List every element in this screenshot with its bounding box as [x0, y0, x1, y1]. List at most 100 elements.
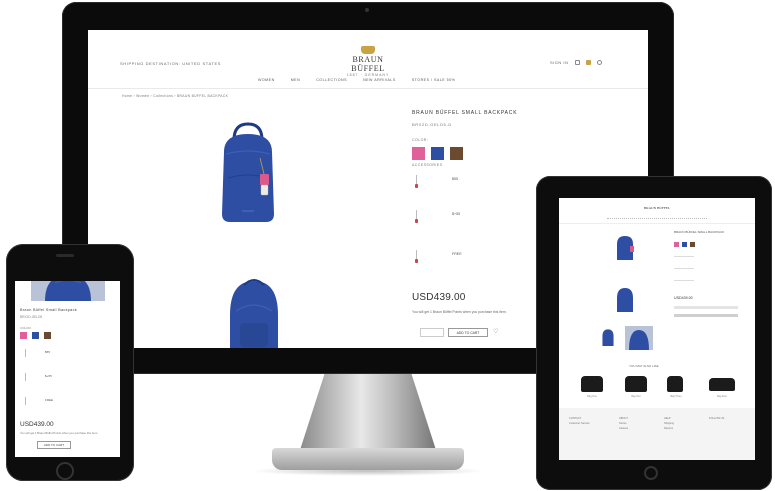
main-nav[interactable]: [607, 218, 707, 221]
quantity-stepper[interactable]: [674, 306, 738, 309]
accessory-option[interactable]: $55: [414, 175, 474, 191]
accessory-price: $+55: [45, 374, 52, 378]
phone-screen: Braun Büffel Small Backpack BRX2D-GELD5 …: [15, 281, 120, 457]
main-nav: WOMEN MEN COLLECTIONS NEW ARRIVALS STORE…: [258, 78, 455, 82]
nav-item-women[interactable]: WOMEN: [258, 78, 275, 82]
charm-icon: [415, 250, 421, 263]
recommended-bag-label: Bag One: [587, 395, 597, 398]
charm-icon: [25, 397, 29, 405]
brand-logo[interactable]: BRAUN BÜFFEL: [642, 206, 672, 210]
search-icon[interactable]: [597, 60, 602, 65]
recommended-bag[interactable]: [667, 376, 683, 392]
footer-column[interactable]: CONTACT Customer Service: [569, 416, 590, 426]
imac-stand-neck: [300, 374, 436, 450]
recommended-bag[interactable]: [581, 376, 603, 392]
footer-column[interactable]: FOLLOW US: [709, 416, 724, 421]
tablet-screen: BRAUN BÜFFEL BRAUN BÜFFEL SMALL BACKPACK…: [559, 198, 755, 460]
product-sku: BRX2D-GELD5-D: [412, 122, 452, 127]
backpack-thumb[interactable]: [599, 328, 617, 346]
color-swatches: [674, 242, 695, 247]
account-icon[interactable]: [575, 60, 580, 65]
add-to-cart-button[interactable]: ADD TO CART: [448, 328, 488, 337]
recommended-bag[interactable]: [625, 376, 647, 392]
footer-column[interactable]: ABOUT Stores Careers: [619, 416, 628, 431]
swatch-brown[interactable]: [450, 147, 463, 160]
accessory-option[interactable]: [674, 256, 694, 257]
product-sku: BRX2D-GELD5: [20, 315, 43, 319]
swatch-blue[interactable]: [682, 242, 687, 247]
recommended-bag[interactable]: [709, 378, 735, 391]
product-price: USD439.00: [20, 421, 54, 428]
add-to-cart-button[interactable]: ADD TO CART: [37, 441, 71, 449]
backpack-image-front[interactable]: [216, 122, 280, 224]
backpack-thumb[interactable]: [614, 234, 636, 260]
camera-icon: [365, 8, 369, 12]
recommended-bag-label: Bag Two: [631, 395, 641, 398]
nav-item-collections[interactable]: COLLECTIONS: [316, 78, 347, 82]
charm-icon: [25, 373, 29, 381]
charm-icon: [415, 210, 421, 223]
swatch-blue[interactable]: [431, 147, 444, 160]
quantity-stepper[interactable]: [420, 328, 444, 337]
accessory-option[interactable]: FREE: [414, 250, 474, 266]
product-title: BRAUN BÜFFEL SMALL BACKPACK: [674, 230, 725, 234]
swatch-blue[interactable]: [32, 332, 39, 339]
nav-item-stores-sale[interactable]: STORES / SALE 50%: [412, 78, 456, 82]
header-icons: [575, 60, 602, 65]
recommended-label: YOU MAY ALSO LIKE: [629, 364, 659, 368]
accessory-option[interactable]: $+55: [23, 373, 63, 383]
color-label: COLOR:: [20, 326, 32, 330]
charm-icon: [415, 175, 421, 188]
bag-icon[interactable]: [586, 60, 591, 65]
swatch-pink[interactable]: [674, 242, 679, 247]
heart-icon[interactable]: ♡: [493, 329, 498, 336]
color-swatches: [20, 332, 51, 339]
footer-column[interactable]: HELP Shipping Returns: [664, 416, 674, 431]
add-to-cart-button[interactable]: [674, 314, 738, 317]
points-note: You will get 1 Braun Büffel Points when …: [412, 310, 507, 314]
charm-icon: [25, 349, 29, 357]
backpack-image-back[interactable]: [220, 275, 288, 348]
accessory-option[interactable]: FREE: [23, 397, 63, 407]
shipping-destination[interactable]: SHIPPING DESTINATION: UNITED STATES: [120, 61, 221, 66]
backpack-thumb[interactable]: [625, 326, 653, 350]
speaker-icon: [56, 254, 74, 257]
product-title: Braun Büffel Small Backpack: [20, 308, 77, 312]
accessory-price: FREE: [45, 398, 54, 402]
accessory-option[interactable]: $+55: [414, 210, 474, 226]
accessory-price: FREE: [452, 252, 462, 256]
color-label: COLOR:: [412, 138, 429, 142]
accessory-option[interactable]: $55: [23, 349, 63, 359]
home-button: [644, 466, 658, 480]
divider: [559, 223, 755, 224]
product-title: BRAUN BÜFFEL SMALL BACKPACK: [412, 110, 518, 116]
accessory-option[interactable]: [674, 268, 694, 269]
accessories-label: ACCESSORIES: [412, 163, 443, 167]
buffalo-icon: [361, 46, 375, 54]
nav-item-men[interactable]: MEN: [291, 78, 301, 82]
nav-item-new-arrivals[interactable]: NEW ARRIVALS: [363, 78, 396, 82]
brand-subtitle: 1887 · GERMANY: [346, 73, 390, 77]
swatch-pink[interactable]: [412, 147, 425, 160]
swatch-brown[interactable]: [44, 332, 51, 339]
backpack-thumb[interactable]: [614, 286, 636, 312]
footer: CONTACT Customer Service ABOUT Stores Caree…: [559, 408, 755, 460]
imac-stand-foot: [272, 448, 464, 470]
swatch-pink[interactable]: [20, 332, 27, 339]
sign-in-link[interactable]: SIGN IN: [550, 60, 568, 65]
accessory-price: $+55: [452, 212, 461, 216]
brand-logo[interactable]: BRAUN BÜFFEL 1887 · GERMANY: [336, 46, 400, 77]
accessory-price: $55: [45, 350, 51, 354]
color-swatches: [412, 147, 463, 160]
breadcrumb[interactable]: Home › Women › Collections › BRAUN BÜFFE…: [122, 94, 228, 98]
swatch-brown[interactable]: [690, 242, 695, 247]
backpack-image-phone[interactable]: [31, 281, 105, 301]
product-price: USD439.00: [674, 296, 693, 300]
recommended-bag-label: Bag Three: [670, 395, 682, 398]
accessory-option[interactable]: [674, 280, 694, 281]
product-price: USD439.00: [412, 292, 466, 303]
home-button: [56, 462, 74, 480]
brand-name: BRAUN BÜFFEL: [351, 55, 385, 73]
recommended-bag-label: Bag Four: [717, 395, 727, 398]
divider: [88, 88, 648, 89]
